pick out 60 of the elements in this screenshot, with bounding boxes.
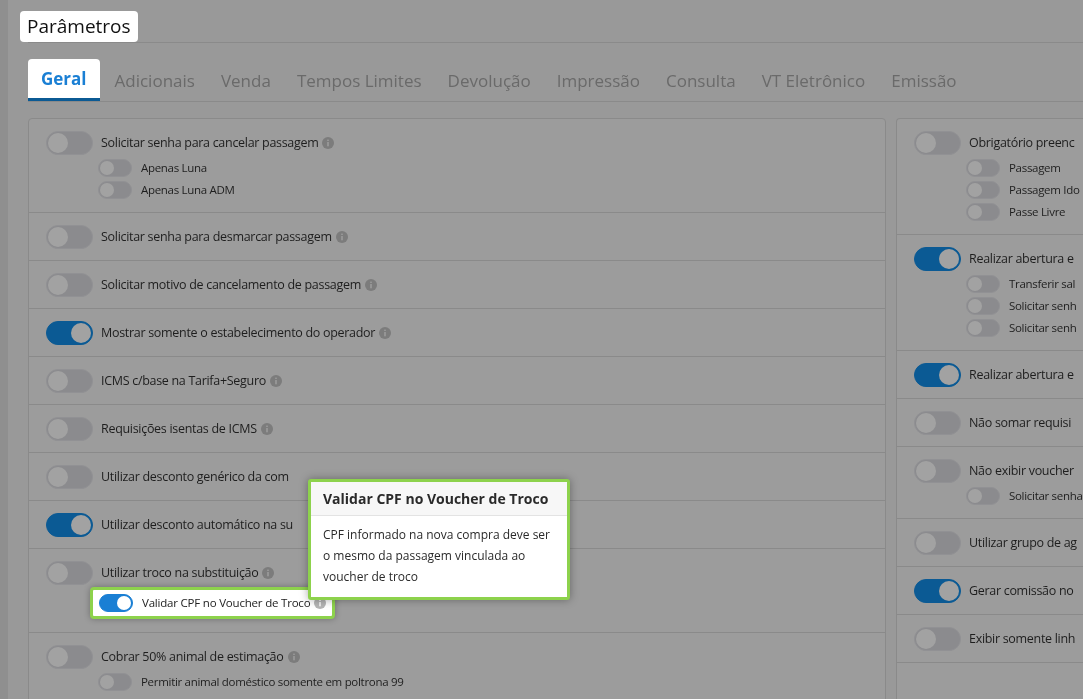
option-label: Solicitar senh (1009, 319, 1077, 337)
toggle-switch[interactable] (46, 465, 93, 489)
toggle-switch[interactable] (914, 579, 961, 603)
option-label: Validar CPF no Voucher de Troco (142, 594, 311, 612)
page-title: Parâmetros (20, 11, 138, 42)
setting-label: Solicitar motivo de cancelamento de passagem (101, 275, 361, 295)
setting-label: Gerar comissão no (969, 581, 1074, 601)
option-label: Transferir sal (1009, 275, 1076, 293)
toggle-switch[interactable] (46, 369, 93, 393)
setting-label: Solicitar senha para cancelar passagem (101, 133, 319, 153)
toggle-switch[interactable] (914, 247, 961, 271)
toggle-switch[interactable] (914, 363, 961, 387)
option-label: Solicitar senha (1009, 487, 1083, 505)
setting-label: Utilizar desconto genérico da com (101, 467, 289, 487)
option-label: Solicitar senh (1009, 297, 1077, 315)
setting-label: Solicitar senha para desmarcar passagem (101, 227, 332, 247)
setting-label: Requisições isentas de ICMS (101, 419, 257, 439)
toggle-switch[interactable] (914, 411, 961, 435)
option-label: Apenas Luna ADM (141, 181, 235, 199)
toggle-switch[interactable] (914, 627, 961, 651)
info-icon[interactable] (269, 375, 282, 387)
option-label: Apenas Luna (141, 159, 207, 177)
toggle-switch[interactable] (99, 594, 133, 612)
setting-label: Obrigatório preenc (969, 133, 1075, 153)
setting-label: Utilizar troco na substituição (101, 563, 259, 583)
setting-label: Realizar abertura e (969, 365, 1074, 385)
option-label: Permitir animal doméstico somente em poltrona 99 (141, 673, 404, 691)
toggle-switch[interactable] (46, 131, 93, 155)
option-label: Passagem (1009, 159, 1061, 177)
info-icon[interactable] (287, 651, 300, 663)
setting-label: Mostrar somente o estabelecimento do operador (101, 323, 376, 343)
option-label: Passe Livre (1009, 203, 1066, 221)
toggle-switch[interactable] (914, 459, 961, 483)
toggle-switch[interactable] (46, 645, 93, 669)
tooltip-title: Validar CPF no Voucher de Troco (311, 482, 567, 516)
setting-label: Não somar requisi (969, 413, 1072, 433)
toggle-switch[interactable] (46, 225, 93, 249)
info-icon[interactable] (379, 327, 392, 339)
toggle-switch[interactable] (914, 131, 961, 155)
setting-label: ICMS c/base na Tarifa+Seguro (101, 371, 266, 391)
info-icon[interactable] (260, 423, 273, 435)
toggle-switch[interactable] (46, 561, 93, 585)
option-label: Passagem Ido (1009, 181, 1080, 199)
toggle-switch[interactable] (46, 513, 93, 537)
toggle-switch[interactable] (46, 321, 93, 345)
info-icon[interactable] (364, 279, 377, 291)
info-icon[interactable] (322, 137, 335, 149)
setting-label: Não exibir voucher (969, 461, 1074, 481)
info-icon[interactable] (335, 231, 348, 243)
tooltip-text: CPF informado na nova compra deve ser o mesmo da passagem vinculada ao voucher de troco (322, 525, 551, 587)
info-icon[interactable] (262, 567, 275, 579)
setting-label: Utilizar grupo de ag (969, 533, 1077, 553)
setting-label: Exibir somente linh (969, 629, 1076, 649)
setting-label: Utilizar desconto automático na su (101, 515, 293, 535)
setting-label: Realizar abertura e (969, 249, 1074, 269)
toggle-switch[interactable] (46, 273, 93, 297)
tab[interactable]: Geral (28, 58, 100, 101)
toggle-switch[interactable] (46, 417, 93, 441)
toggle-switch[interactable] (914, 531, 961, 555)
setting-label: Cobrar 50% animal de estimação (101, 647, 284, 667)
